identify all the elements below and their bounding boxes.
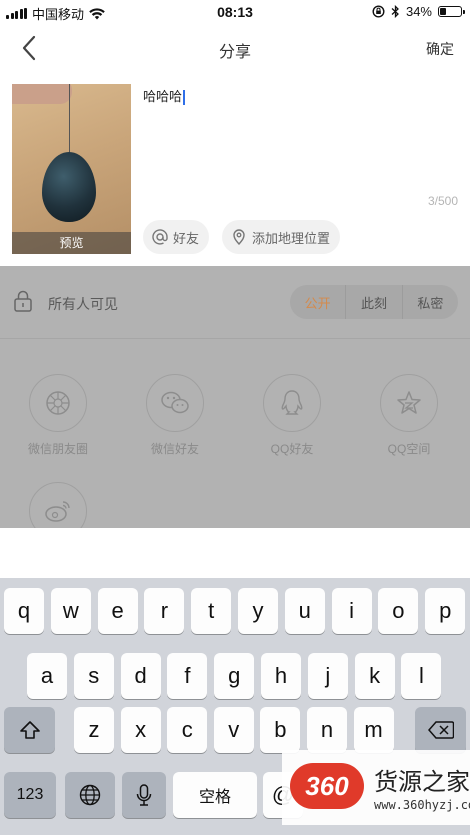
location-chip-label: 添加地理位置 [252, 230, 331, 246]
key-m[interactable]: m [353, 707, 394, 753]
post-text-input[interactable]: 哈哈哈 [143, 86, 186, 106]
bluetooth-icon [391, 5, 399, 18]
egg-shape [42, 152, 96, 222]
photo-thumbnail[interactable]: 预览 [12, 84, 131, 254]
numbers-key[interactable]: 123 [4, 772, 56, 818]
space-key[interactable]: 空格 [173, 772, 257, 818]
watermark-brand: 货源之家 [374, 768, 470, 796]
compose-area: 预览 哈哈哈 3/500 好友 添加地理位置 [0, 72, 470, 266]
key-h[interactable]: h [261, 653, 301, 699]
page-title: 分享 [218, 44, 251, 61]
key-w[interactable]: w [50, 588, 91, 634]
dictation-key[interactable] [122, 772, 166, 818]
delete-key[interactable] [415, 707, 466, 753]
shift-key[interactable] [4, 707, 55, 753]
key-r[interactable]: r [144, 588, 185, 634]
key-c[interactable]: c [167, 707, 208, 753]
key-d[interactable]: d [120, 653, 161, 699]
share-wechat-moments[interactable]: 微信朋友圈 [3, 374, 113, 457]
post-text-value: 哈哈哈 [143, 89, 183, 104]
at-sign-icon [152, 229, 168, 245]
visibility-row: 所有人可见 公开 此刻 私密 [0, 266, 470, 338]
status-bar: 中国移动 08:13 34% [0, 0, 470, 24]
key-z[interactable]: z [74, 707, 114, 753]
qzone-icon [380, 374, 438, 432]
location-pin-icon [233, 229, 245, 246]
battery-percent: 34% [405, 4, 432, 19]
visibility-option-moment[interactable]: 此刻 [345, 285, 401, 319]
key-j[interactable]: j [307, 653, 348, 699]
confirm-button[interactable]: 确定 [426, 39, 454, 59]
key-f[interactable]: f [167, 653, 208, 699]
mention-friend-button[interactable]: 好友 [143, 220, 210, 254]
add-location-button[interactable]: 添加地理位置 [222, 220, 341, 254]
share-qzone[interactable]: QQ空间 [354, 374, 464, 457]
key-u[interactable]: u [284, 588, 325, 634]
globe-icon [79, 784, 101, 806]
wechat-icon [146, 374, 204, 432]
key-q[interactable]: q [4, 588, 44, 634]
visibility-label: 所有人可见 [48, 296, 118, 312]
share-target-label: QQ好友 [270, 442, 314, 456]
dimmed-options-panel: 所有人可见 公开 此刻 私密 微信朋友圈 微信好友 QQ好友 QQ空间 [0, 266, 470, 540]
key-x[interactable]: x [120, 707, 161, 753]
key-b[interactable]: b [260, 707, 301, 753]
key-l[interactable]: l [401, 653, 442, 699]
shift-arrow-icon [19, 721, 40, 739]
key-e[interactable]: e [97, 588, 138, 634]
lock-icon [14, 290, 32, 312]
key-i[interactable]: i [331, 588, 372, 634]
key-n[interactable]: n [307, 707, 347, 753]
wechat-moments-icon [29, 374, 87, 432]
key-o[interactable]: o [378, 588, 419, 634]
key-y[interactable]: y [238, 588, 278, 634]
visibility-segmented-control: 公开 此刻 私密 [290, 285, 458, 319]
character-counter: 3/500 [427, 194, 458, 208]
key-g[interactable]: g [214, 653, 255, 699]
visibility-option-public[interactable]: 公开 [290, 285, 345, 319]
watermark-url: www.360hyzj.com [374, 798, 470, 812]
battery-icon [438, 6, 465, 17]
section-divider [0, 338, 470, 339]
share-target-label: 微信朋友圈 [27, 442, 88, 456]
preview-button[interactable]: 预览 [12, 232, 131, 254]
key-v[interactable]: v [213, 707, 254, 753]
friend-chip-label: 好友 [173, 230, 200, 246]
key-a[interactable]: a [27, 653, 67, 699]
watermark-logo: 360 [290, 763, 364, 809]
watermark: 360 货源之家 www.360hyzj.com [282, 750, 470, 825]
share-target-label: QQ空间 [387, 442, 431, 456]
hand-shape [12, 84, 72, 104]
share-qq-friend[interactable]: QQ好友 [237, 374, 347, 457]
share-target-label: 微信好友 [150, 442, 199, 456]
orientation-lock-icon [372, 5, 385, 18]
text-cursor [183, 90, 186, 106]
key-p[interactable]: p [425, 588, 466, 634]
key-k[interactable]: k [354, 653, 395, 699]
share-wechat-friend[interactable]: 微信好友 [120, 374, 230, 457]
microphone-icon [136, 784, 152, 806]
blank-spacer [0, 528, 470, 578]
backspace-icon [427, 721, 454, 739]
key-t[interactable]: t [191, 588, 232, 634]
navigation-bar: 分享 确定 [0, 24, 470, 72]
visibility-option-private[interactable]: 私密 [401, 285, 458, 319]
qq-icon [263, 374, 321, 432]
globe-key[interactable] [65, 772, 115, 818]
key-s[interactable]: s [73, 653, 114, 699]
